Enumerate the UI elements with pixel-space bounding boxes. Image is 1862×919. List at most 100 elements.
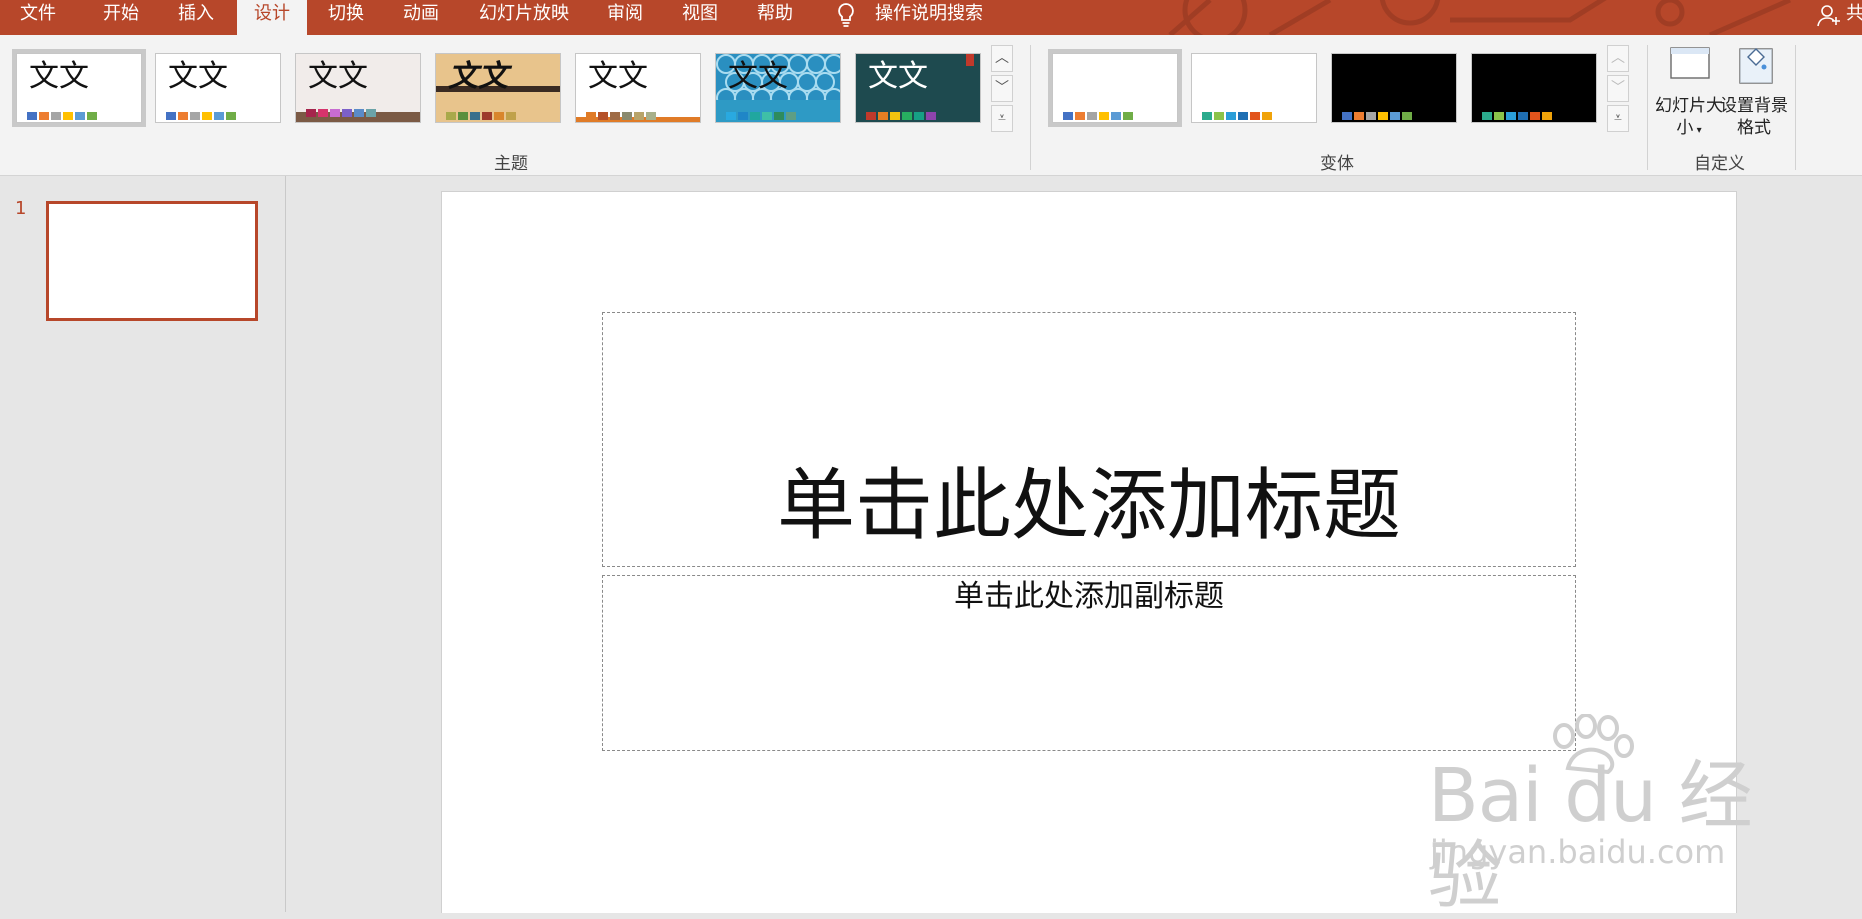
theme-thumbnail-office-2[interactable]: 文文	[155, 53, 281, 123]
color-swatch	[190, 112, 200, 120]
color-swatch	[866, 112, 876, 120]
color-swatch	[1262, 112, 1272, 120]
theme-color-swatches	[166, 105, 238, 120]
slide-size-button[interactable]: 幻灯片大小 ▾	[1655, 43, 1723, 143]
color-swatch	[1063, 112, 1073, 120]
color-swatch	[914, 112, 924, 120]
tab-home[interactable]: 开始	[103, 0, 139, 35]
tab-view[interactable]: 视图	[682, 0, 718, 35]
tab-file[interactable]: 文件	[20, 0, 56, 35]
color-swatch	[1226, 112, 1236, 120]
customize-group-label: 自定义	[1694, 154, 1745, 174]
color-swatch	[1390, 112, 1400, 120]
color-swatch	[27, 112, 37, 120]
tab-transitions[interactable]: 切换	[328, 0, 364, 35]
variants-scroll-down-button[interactable]: ﹀	[1607, 75, 1629, 102]
color-swatch	[1202, 112, 1212, 120]
theme-thumbnail-4[interactable]: 文文	[435, 53, 561, 123]
format-background-button[interactable]: 设置背景格式	[1720, 43, 1788, 143]
tab-insert[interactable]: 插入	[178, 0, 214, 35]
theme-thumbnail-office[interactable]: 文文	[12, 49, 146, 127]
variant-thumbnail-4[interactable]	[1471, 53, 1597, 123]
variant-thumbnail-3[interactable]	[1331, 53, 1457, 123]
color-swatch	[166, 112, 176, 120]
lightbulb-icon[interactable]	[836, 2, 856, 28]
color-swatch	[1250, 112, 1260, 120]
color-swatch	[366, 109, 376, 117]
tab-design[interactable]: 设计	[237, 0, 307, 35]
expand-gallery-icon: ⩡	[1614, 110, 1622, 126]
slide-number: 1	[15, 198, 27, 219]
theme-sample-text: 文文	[588, 59, 648, 94]
themes-scroll-down-button[interactable]: ﹀	[991, 75, 1013, 102]
color-swatch	[890, 112, 900, 120]
color-swatch	[902, 112, 912, 120]
chevron-up-icon: ︿	[1611, 50, 1625, 66]
theme-color-swatches	[586, 105, 658, 120]
theme-color-swatches	[27, 105, 99, 120]
theme-thumbnail-3[interactable]: 文文	[295, 53, 421, 123]
variants-more-button[interactable]: ⩡	[1607, 105, 1629, 132]
color-swatch	[342, 109, 352, 117]
themes-group-label: 主题	[494, 154, 528, 174]
design-ribbon: 文文 文文 文文 文文 文文 文文 文文 ︿ ﹀ ⩡ 主题 ︿ ﹀ ⩡ 变体 幻…	[0, 35, 1862, 176]
tab-help[interactable]: 帮助	[757, 0, 793, 35]
slide-size-icon	[1670, 47, 1710, 79]
tab-review[interactable]: 审阅	[607, 0, 643, 35]
color-swatch	[178, 112, 188, 120]
variant-color-swatches	[1063, 105, 1135, 120]
color-swatch	[1214, 112, 1224, 120]
theme-thumbnail-5[interactable]: 文文	[575, 53, 701, 123]
variant-thumbnail-1[interactable]	[1048, 49, 1182, 127]
color-swatch	[330, 109, 340, 117]
person-add-icon[interactable]	[1817, 3, 1841, 27]
slides-thumbnail-pane: 1	[0, 176, 286, 912]
theme-sample-text: 文文	[728, 59, 788, 94]
color-swatch	[1342, 112, 1352, 120]
title-placeholder[interactable]: 单击此处添加标题	[602, 312, 1576, 567]
themes-more-button[interactable]: ⩡	[991, 105, 1013, 132]
variants-scroll-up-button[interactable]: ︿	[1607, 45, 1629, 72]
color-swatch	[494, 112, 504, 120]
theme-sample-text: 文文	[448, 59, 508, 94]
chevron-down-icon: ﹀	[1611, 80, 1625, 96]
color-swatch	[586, 112, 596, 120]
color-swatch	[1506, 112, 1516, 120]
color-swatch	[354, 109, 364, 117]
theme-sample-text: 文文	[308, 59, 368, 94]
color-swatch	[1075, 112, 1085, 120]
chevron-up-icon: ︿	[995, 50, 1009, 66]
theme-color-swatches	[726, 105, 798, 120]
color-swatch	[51, 112, 61, 120]
tab-slideshow[interactable]: 幻灯片放映	[479, 0, 569, 35]
theme-sample-text: 文文	[168, 59, 228, 94]
theme-thumbnail-6[interactable]: 文文	[715, 53, 841, 123]
color-swatch	[1111, 112, 1121, 120]
share-button[interactable]: 共	[1846, 0, 1862, 28]
tab-animations[interactable]: 动画	[403, 0, 439, 35]
color-swatch	[482, 112, 492, 120]
color-swatch	[1354, 112, 1364, 120]
group-divider	[1795, 45, 1796, 170]
title-placeholder-text: 单击此处添加标题	[776, 461, 1401, 551]
color-swatch	[63, 112, 73, 120]
color-swatch	[1542, 112, 1552, 120]
color-swatch	[1123, 112, 1133, 120]
color-swatch	[446, 112, 456, 120]
theme-thumbnail-7[interactable]: 文文	[855, 53, 981, 123]
theme-bookmark	[966, 54, 974, 66]
theme-color-swatches	[446, 105, 518, 120]
color-swatch	[226, 112, 236, 120]
color-swatch	[786, 112, 796, 120]
slide-thumbnail-1[interactable]	[46, 201, 258, 321]
variant-color-swatches	[1482, 105, 1554, 120]
tell-me-search[interactable]: 操作说明搜索	[875, 0, 983, 28]
group-divider	[1030, 45, 1031, 170]
color-swatch	[1366, 112, 1376, 120]
themes-scroll-up-button[interactable]: ︿	[991, 45, 1013, 72]
color-swatch	[306, 109, 316, 117]
variant-thumbnail-2[interactable]	[1191, 53, 1317, 123]
color-swatch	[1482, 112, 1492, 120]
variant-color-swatches	[1202, 105, 1274, 120]
theme-color-swatches	[306, 102, 378, 117]
